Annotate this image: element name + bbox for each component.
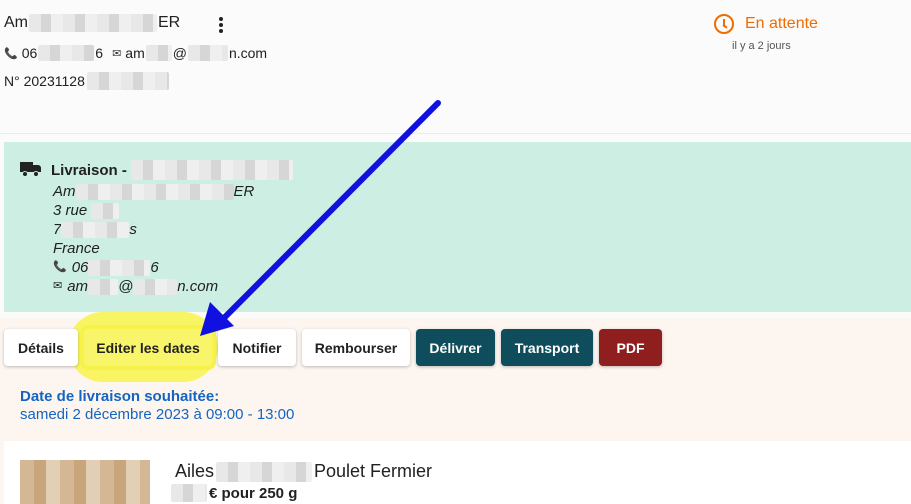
email-at: @: [172, 45, 187, 61]
redacted-text: [75, 183, 234, 200]
details-button[interactable]: Détails: [4, 329, 78, 366]
refund-button[interactable]: Rembourser: [302, 329, 410, 366]
status-time: il y a 2 jours: [732, 40, 791, 52]
address-email: ✉ am @ n.com: [53, 277, 254, 296]
product-image: [20, 460, 150, 504]
mail-icon: ✉: [53, 280, 63, 292]
redacted-text: [187, 45, 228, 61]
address-phone-suffix: 6: [150, 259, 159, 276]
order-number-prefix: N° 20231128: [4, 73, 85, 89]
delivery-date-value: samedi 2 décembre 2023 à 09:00 - 13:00: [20, 406, 295, 423]
phone-icon: 📞: [53, 261, 67, 273]
redacted-text: [61, 221, 130, 238]
address-phone: 📞 06 6: [53, 258, 254, 277]
redacted-text: [91, 202, 120, 219]
notify-button[interactable]: Notifier: [218, 329, 296, 366]
phone-suffix: 6: [95, 45, 104, 61]
product-price: € pour 250 g: [171, 484, 297, 502]
delivery-date-label: Date de livraison souhaitée:: [20, 388, 220, 405]
deliver-button[interactable]: Délivrer: [416, 329, 495, 366]
redacted-text: [88, 278, 119, 295]
customer-name: Am ER: [4, 14, 180, 32]
clock-icon: [714, 14, 734, 34]
address-name-prefix: Am: [53, 183, 76, 200]
address-email-at: @: [118, 278, 134, 295]
address-country: France: [53, 240, 100, 257]
email-suffix: n.com: [228, 45, 268, 61]
address-name-suffix: ER: [233, 183, 255, 200]
address-street: 3 rue: [53, 201, 254, 220]
redacted-text: [88, 259, 151, 276]
address-city: 7 s: [53, 220, 254, 239]
delivery-title-label: Livraison -: [51, 161, 127, 179]
redacted-text: [145, 45, 172, 61]
pdf-button[interactable]: PDF: [599, 329, 662, 366]
status-label: En attente: [745, 15, 818, 32]
product-name: Ailes Poulet Fermier: [175, 461, 432, 482]
delivery-title: Livraison -: [51, 160, 293, 180]
product-name-suffix: Poulet Fermier: [314, 461, 433, 481]
more-vert-icon[interactable]: [214, 14, 228, 36]
truck-icon: [20, 162, 42, 177]
mail-icon: ✉: [112, 47, 122, 60]
customer-name-prefix: Am: [4, 14, 28, 31]
redacted-text: [38, 45, 95, 61]
email-prefix: am: [125, 45, 145, 61]
redacted-text: [133, 278, 178, 295]
address-city-prefix: 7: [53, 221, 62, 238]
status-badge: En attente: [714, 14, 818, 34]
redacted-text: [171, 484, 207, 502]
order-number: N° 20231128: [4, 72, 169, 90]
redacted-text: [130, 160, 293, 180]
phone-icon: 📞: [4, 47, 18, 60]
redacted-text: [216, 461, 313, 482]
address-email-prefix: am: [67, 278, 89, 295]
address-phone-prefix: 06: [71, 259, 89, 276]
address-email-suffix: n.com: [177, 278, 219, 295]
customer-contact: 📞 06 6 ✉ am @ n.com: [4, 45, 267, 61]
edit-dates-button[interactable]: Editer les dates: [84, 329, 212, 366]
address-name: Am ER: [53, 182, 254, 201]
product-price-text: € pour 250 g: [209, 484, 298, 502]
redacted-text: [29, 14, 157, 32]
product-item: Ailes Poulet Fermier € pour 250 g: [4, 441, 911, 504]
address-street-text: 3 rue: [53, 202, 88, 219]
phone-prefix: 06: [21, 45, 38, 61]
transport-button[interactable]: Transport: [501, 329, 593, 366]
order-header: Am ER 📞 06 6 ✉ am @ n.com N° 20231128 En…: [0, 0, 911, 134]
product-name-prefix: Ailes: [175, 461, 215, 481]
address-city-suffix: s: [129, 221, 137, 238]
delivery-panel: Livraison - Am ER 3 rue 7 s France 📞 06 …: [4, 142, 911, 312]
redacted-text: [86, 72, 169, 90]
delivery-address: Am ER 3 rue 7 s France 📞 06 6 ✉ am @ n.c…: [53, 182, 254, 296]
customer-name-suffix: ER: [158, 14, 181, 31]
